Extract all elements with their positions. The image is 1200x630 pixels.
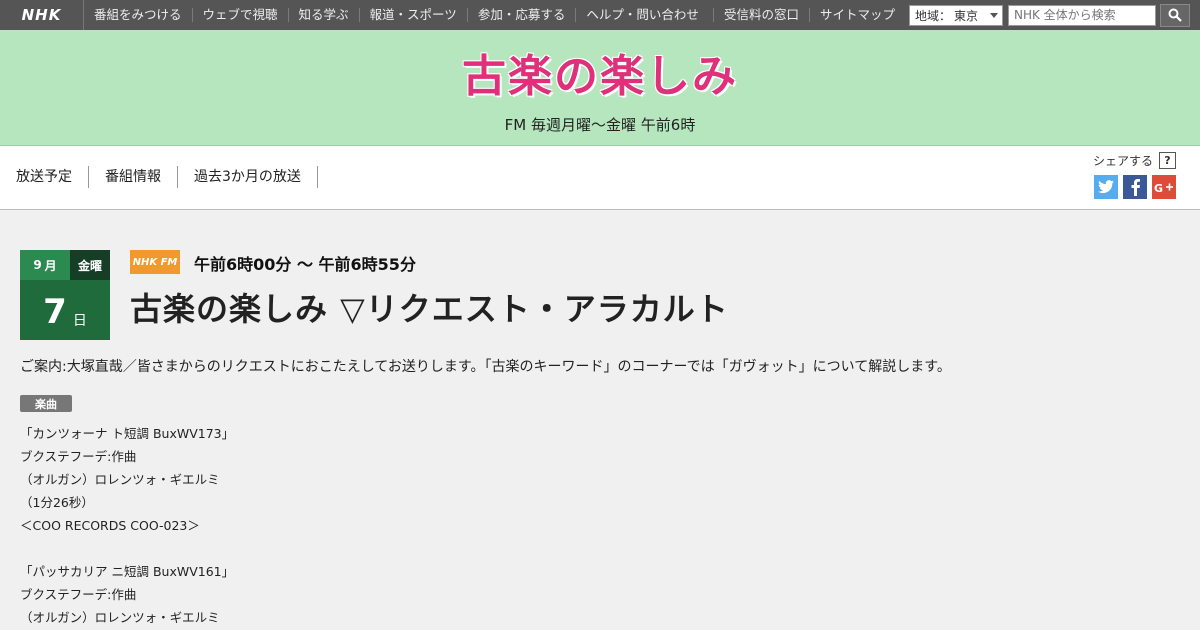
broadcast-time: 午前6時00分 ～ 午前6時55分 [194, 255, 416, 274]
program-nav: 放送予定 番組情報 過去3か月の放送 シェアする ? G [0, 146, 1200, 210]
date-day: 7 日 [20, 280, 110, 340]
share-label: シェアする [1092, 154, 1153, 168]
region-select[interactable]: 地域： 東京 [909, 4, 1003, 26]
global-header: NHK 番組をみつける ウェブで視聴 知る学ぶ 報道・スポーツ 参加・応募する … [0, 0, 1200, 30]
track-composer: ブクステフーデ:作曲 [20, 449, 137, 464]
month-unit: 月 [44, 258, 57, 273]
nav-news-sports[interactable]: 報道・スポーツ [358, 8, 467, 22]
tab-schedule[interactable]: 放送予定 [0, 166, 89, 188]
track-spacer [20, 537, 234, 560]
region-label: 地域： [915, 8, 952, 23]
link-sitemap[interactable]: サイトマップ [808, 8, 905, 22]
day-unit: 日 [72, 313, 87, 329]
search-icon [1168, 8, 1182, 22]
googleplus-share-button[interactable]: G [1152, 175, 1176, 199]
episode-description: ご案内:大塚直哉／皆さまからのリクエストにおこたえしてお送りします。「古楽のキー… [20, 359, 951, 375]
date-weekday: 金曜 [70, 250, 110, 280]
facebook-share-button[interactable] [1123, 175, 1147, 199]
help-icon[interactable]: ? [1159, 152, 1176, 169]
link-reception-fee[interactable]: 受信料の窓口 [712, 8, 809, 22]
nav-learn[interactable]: 知る学ぶ [287, 8, 359, 22]
program-logo-title[interactable]: 古楽の楽しみ [0, 40, 1200, 104]
episode-content: 9 月 金曜 7 日 NHK FM 午前6時00分 ～ 午前6時55分 古楽の楽… [0, 210, 1200, 630]
day-number: 7 [43, 292, 67, 332]
broadcast-date: 9 月 金曜 7 日 [20, 250, 110, 340]
global-nav: 番組をみつける ウェブで視聴 知る学ぶ 報道・スポーツ 参加・応募する ヘルプ・… [84, 0, 709, 30]
search-button[interactable] [1160, 3, 1190, 27]
track-title: 「パッサカリア ニ短調 BuxWV161」 [20, 564, 235, 579]
program-tabs: 放送予定 番組情報 過去3か月の放送 [0, 166, 318, 188]
date-month: 9 月 [20, 250, 70, 280]
channel-label: NHK FM [132, 256, 178, 268]
track-performer: （オルガン）ロレンツォ・ギエルミ [20, 472, 220, 487]
track-duration: （1分26秒） [20, 495, 94, 510]
twitter-icon [1098, 180, 1114, 194]
track-list: 「カンツォーナ ト短調 BuxWV173」 ブクステフーデ:作曲 （オルガン）ロ… [20, 422, 234, 629]
month-number: 9 [33, 258, 42, 272]
share-label-row: シェアする ? [1086, 152, 1176, 169]
episode-title: 古楽の楽しみ ▽リクエスト・アラカルト [130, 290, 729, 328]
program-schedule: FM 毎週月曜～金曜 午前6時 [504, 116, 696, 134]
google-plus-icon: G [1154, 182, 1173, 193]
svg-text:G: G [1154, 182, 1163, 193]
tab-past-broadcasts[interactable]: 過去3か月の放送 [178, 166, 318, 188]
nav-participate[interactable]: 参加・応募する [466, 8, 576, 22]
track-title: 「カンツォーナ ト短調 BuxWV173」 [20, 426, 235, 441]
track-label: ＜COO RECORDS COO-023＞ [20, 518, 200, 533]
share-icons: G [1086, 175, 1176, 199]
program-hero: 古楽の楽しみ FM 毎週月曜～金曜 午前6時 [0, 30, 1200, 146]
header-right: 受信料の窓口 サイトマップ 地域： 東京 [712, 0, 1200, 30]
nhk-logo[interactable]: NHK [0, 0, 84, 30]
share-panel: シェアする ? G [1086, 152, 1176, 199]
facebook-icon [1131, 179, 1140, 196]
music-tag: 楽曲 [20, 395, 72, 412]
nav-watch-web[interactable]: ウェブで視聴 [191, 8, 288, 22]
track-performer: （オルガン）ロレンツォ・ギエルミ [20, 610, 220, 625]
nav-help[interactable]: ヘルプ・問い合わせ [575, 8, 709, 22]
search-input[interactable] [1008, 4, 1156, 26]
twitter-share-button[interactable] [1094, 175, 1118, 199]
chevron-down-icon [990, 12, 998, 18]
tab-program-info[interactable]: 番組情報 [89, 166, 178, 188]
track-composer: ブクステフーデ:作曲 [20, 587, 137, 602]
nhk-fm-logo: NHK FM [130, 250, 180, 274]
region-value: 東京 [954, 8, 979, 23]
nav-find-programs[interactable]: 番組をみつける [84, 8, 192, 22]
